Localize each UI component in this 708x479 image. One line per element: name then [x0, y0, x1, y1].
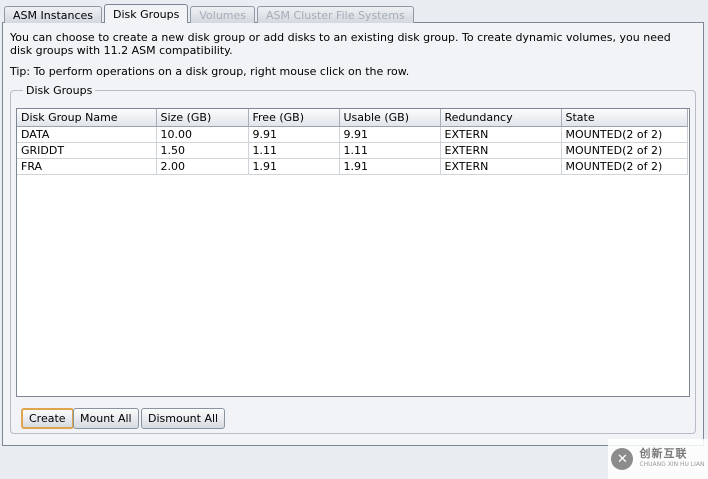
- create-button[interactable]: Create: [21, 408, 74, 429]
- cell-disk-group-name: GRIDDT: [17, 142, 157, 159]
- table-row[interactable]: FRA 2.00 1.91 1.91 EXTERN MOUNTED(2 of 2…: [17, 158, 688, 175]
- column-header-state[interactable]: State: [561, 109, 688, 127]
- cell-state: MOUNTED(2 of 2): [561, 142, 688, 159]
- cell-free: 1.11: [248, 142, 340, 159]
- disk-groups-panel: You can choose to create a new disk grou…: [2, 22, 704, 446]
- cell-redundancy: EXTERN: [440, 126, 562, 143]
- cell-usable: 9.91: [339, 126, 441, 143]
- tip-text: Tip: To perform operations on a disk gro…: [10, 65, 410, 78]
- cell-state: MOUNTED(2 of 2): [561, 126, 688, 143]
- table-row[interactable]: DATA 10.00 9.91 9.91 EXTERN MOUNTED(2 of…: [17, 126, 688, 143]
- column-header-redundancy[interactable]: Redundancy: [440, 109, 562, 127]
- cell-usable: 1.11: [339, 142, 441, 159]
- watermark-name-en: CHUANG XIN HU LIAN: [639, 461, 705, 468]
- tab-asm-instances[interactable]: ASM Instances: [4, 6, 103, 23]
- groupbox-title: Disk Groups: [23, 84, 96, 97]
- disk-groups-groupbox: Disk Groups Disk Group Name Size (GB) Fr…: [10, 84, 696, 434]
- watermark-logo: ✕ 创新互联 CHUANG XIN HU LIAN: [608, 439, 708, 479]
- tab-disk-groups[interactable]: Disk Groups: [104, 4, 189, 23]
- column-header-size[interactable]: Size (GB): [156, 109, 249, 127]
- cell-disk-group-name: DATA: [17, 126, 157, 143]
- table-row[interactable]: GRIDDT 1.50 1.11 1.11 EXTERN MOUNTED(2 o…: [17, 142, 688, 159]
- tab-asm-cluster-file-systems: ASM Cluster File Systems: [257, 6, 414, 23]
- cell-size: 1.50: [156, 142, 249, 159]
- cell-usable: 1.91: [339, 158, 441, 175]
- cell-free: 1.91: [248, 158, 340, 175]
- tab-volumes: Volumes: [190, 6, 256, 23]
- cell-redundancy: EXTERN: [440, 142, 562, 159]
- dismount-all-button[interactable]: Dismount All: [141, 408, 226, 429]
- brand-logo-icon: ✕: [611, 448, 634, 470]
- mount-all-button[interactable]: Mount All: [73, 408, 139, 429]
- intro-text: You can choose to create a new disk grou…: [10, 31, 671, 57]
- cell-size: 2.00: [156, 158, 249, 175]
- column-header-usable[interactable]: Usable (GB): [339, 109, 441, 127]
- watermark-name-cn: 创新互联: [639, 447, 688, 460]
- cell-state: MOUNTED(2 of 2): [561, 158, 688, 175]
- cell-free: 9.91: [248, 126, 340, 143]
- column-header-disk-group-name[interactable]: Disk Group Name: [17, 109, 157, 127]
- cell-redundancy: EXTERN: [440, 158, 562, 175]
- cell-size: 10.00: [156, 126, 249, 143]
- table-header-row: Disk Group Name Size (GB) Free (GB) Usab…: [17, 109, 688, 127]
- column-header-free[interactable]: Free (GB): [248, 109, 340, 127]
- tab-strip: ASM Instances Disk Groups Volumes ASM Cl…: [4, 4, 416, 23]
- disk-groups-table-container[interactable]: Disk Group Name Size (GB) Free (GB) Usab…: [16, 108, 690, 397]
- disk-groups-table: Disk Group Name Size (GB) Free (GB) Usab…: [17, 109, 688, 175]
- cell-disk-group-name: FRA: [17, 158, 157, 175]
